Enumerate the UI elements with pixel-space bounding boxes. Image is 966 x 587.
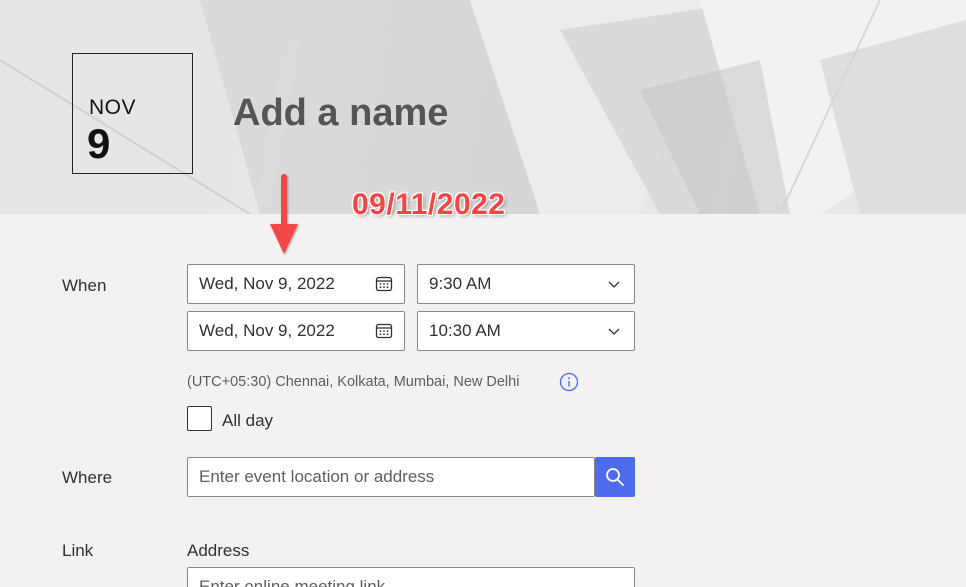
all-day-checkbox[interactable] (187, 406, 212, 431)
annotation-text: 09/11/2022 (352, 188, 506, 221)
chevron-down-icon (594, 265, 634, 303)
end-time-value: 10:30 AM (429, 321, 501, 340)
where-label: Where (62, 468, 113, 487)
start-date-picker[interactable]: Wed, Nov 9, 2022 (187, 264, 405, 304)
location-placeholder: Enter event location or address (199, 467, 435, 486)
annotation-arrow-icon (270, 174, 298, 254)
info-icon[interactable] (559, 372, 579, 392)
start-date-value: Wed, Nov 9, 2022 (199, 274, 335, 293)
date-day: 9 (87, 120, 111, 167)
meeting-link-placeholder: Enter online meeting link (199, 577, 386, 587)
end-date-picker[interactable]: Wed, Nov 9, 2022 (187, 311, 405, 351)
start-time-dropdown[interactable]: 9:30 AM (417, 264, 635, 304)
header-banner: NOV 9 Add a name (0, 0, 966, 214)
calendar-icon[interactable] (364, 265, 404, 303)
calendar-icon[interactable] (364, 312, 404, 350)
timezone-text: (UTC+05:30) Chennai, Kolkata, Mumbai, Ne… (187, 374, 520, 390)
all-day-label: All day (222, 411, 274, 430)
search-icon (606, 468, 624, 486)
location-search-button[interactable] (595, 457, 635, 497)
link-label: Link (62, 541, 94, 560)
address-label: Address (187, 541, 250, 560)
end-time-dropdown[interactable]: 10:30 AM (417, 311, 635, 351)
start-time-value: 9:30 AM (429, 274, 492, 293)
meeting-link-input[interactable]: Enter online meeting link (187, 567, 635, 587)
location-input[interactable]: Enter event location or address (187, 457, 595, 497)
date-month: NOV (89, 96, 137, 119)
date-badge: NOV 9 (72, 53, 193, 174)
chevron-down-icon (594, 312, 634, 350)
when-label: When (62, 276, 107, 295)
event-title-input[interactable]: Add a name (233, 92, 448, 135)
end-date-value: Wed, Nov 9, 2022 (199, 321, 335, 340)
